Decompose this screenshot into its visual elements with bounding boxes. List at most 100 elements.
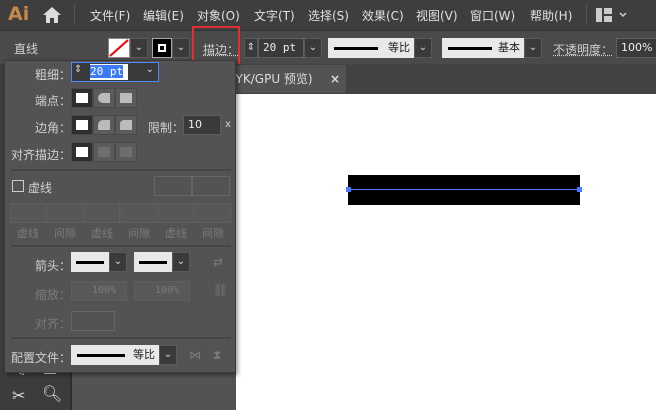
close-tab-icon[interactable]: × [330,65,340,93]
start-arrowhead-select[interactable] [71,252,109,272]
opacity-input[interactable]: 100% [616,38,656,58]
gap-input-2[interactable] [121,203,157,223]
limit-suffix: x [225,119,231,130]
anchor-point-end[interactable] [577,187,582,192]
document-tab-title: IYK/GPU 预览) [232,72,313,86]
flip-horizontal-icon[interactable]: ⋈ [189,348,201,362]
profile-label: 配置文件： [11,351,72,365]
brush-definition[interactable]: 基本 [442,38,524,58]
align-stroke-buttons [71,142,137,162]
arrowhead-label: 箭头： [35,259,72,273]
arrow-align-buttons[interactable] [71,311,115,331]
object-type-label: 直线 [14,42,39,56]
gap-label: 间隙 [54,227,76,240]
profile-label: 等比 [388,41,410,54]
divider [11,245,231,247]
dashed-line-checkbox[interactable] [12,180,24,192]
end-arrowhead-dropdown[interactable]: ⌄ [172,252,190,272]
align-outside-button[interactable] [115,142,137,162]
profile-dropdown[interactable]: ⌄ [414,38,432,58]
gap-input-3[interactable] [195,203,231,223]
dash-fields [10,203,231,223]
end-arrowhead-select[interactable] [134,252,172,272]
zoom-tool-icon[interactable]: 🔍︎ [42,384,62,403]
preserve-dash-button[interactable] [154,176,192,196]
gap-label: 间隙 [202,227,224,240]
fill-swatch[interactable] [108,38,130,58]
start-arrowhead-dropdown[interactable]: ⌄ [109,252,127,272]
butt-cap-button[interactable] [71,88,93,108]
menu-type[interactable]: 文字(T) [254,7,295,24]
limit-label: 限制： [148,121,185,135]
align-center-button[interactable] [71,142,93,162]
round-cap-button[interactable] [93,88,115,108]
stroke-swatch[interactable] [152,38,172,58]
stroke-color-dropdown[interactable]: ⌄ [172,38,190,58]
menu-object[interactable]: 对象(O) [197,7,240,24]
corner-buttons [71,115,137,135]
brush-dropdown[interactable]: ⌄ [524,38,542,58]
link-scale-icon[interactable]: ⛓ [213,283,228,297]
round-join-button[interactable] [93,115,115,135]
anchor-point-start[interactable] [346,187,351,192]
dash-label: 虚线 [17,227,39,240]
gap-label: 间隙 [128,227,150,240]
menu-file[interactable]: 文件(F) [90,7,130,24]
stroke-panel: 粗细： ⇕ 20 pt ⌄ 端点： 边角： 限制： 10 x 对齐描边： 虚线 … [4,60,236,373]
end-scale-input[interactable]: 100% [134,281,190,301]
menu-effect[interactable]: 效果(C) [362,7,404,24]
cap-buttons [71,88,137,108]
gap-input-1[interactable] [47,203,83,223]
miter-join-button[interactable] [71,115,93,135]
stroke-weight-dropdown[interactable]: ⌄ [304,38,322,58]
stroked-line-shape[interactable] [348,175,580,205]
cap-label: 端点： [35,94,72,108]
dash-input-3[interactable] [158,203,194,223]
home-icon[interactable] [42,6,62,24]
dashed-line-label: 虚线 [28,181,53,195]
align-stroke-label: 对齐描边： [11,148,72,162]
menu-bar: Ai 文件(F) 编辑(E) 对象(O) 文字(T) 选择(S) 效果(C) 视… [0,0,656,30]
swap-arrowheads-icon[interactable]: ⇄ [213,255,223,269]
bevel-join-button[interactable] [115,115,137,135]
control-bar: 直线 ⌄ ⌄ 描边： ⇕ 20 pt ⌄ 等比 ⌄ 基本 ⌄ 不透明度： 100… [0,26,656,66]
menu-help[interactable]: 帮助(H) [530,7,572,24]
weight-dropdown[interactable]: ⌄ [146,64,154,75]
profile-select[interactable]: 等比 [71,345,159,365]
align-dash-button[interactable] [192,176,230,196]
menu-edit[interactable]: 编辑(E) [143,7,184,24]
selection-path [348,189,580,190]
app-logo: Ai [8,3,30,25]
menu-view[interactable]: 视图(V) [416,7,458,24]
fill-dropdown[interactable]: ⌄ [130,38,148,58]
align-inside-button[interactable] [93,142,115,162]
scissors-tool-icon[interactable]: ✂ [12,386,25,405]
profile-value: 等比 [133,348,155,361]
start-scale-input[interactable]: 100% [71,281,127,301]
menu-select[interactable]: 选择(S) [308,7,349,24]
dash-input-2[interactable] [84,203,120,223]
variable-width-profile[interactable]: 等比 [328,38,414,58]
divider [11,169,231,171]
stroke-weight-stepper[interactable]: ⇕ [244,38,258,58]
artboard-canvas[interactable] [236,94,656,410]
workspace-switcher-icon[interactable] [596,8,630,22]
flip-vertical-icon[interactable]: ⧗ [213,348,221,363]
scale-label: 缩放： [35,288,72,302]
dash-labels: 虚线 间隙 虚线 间隙 虚线 间隙 [10,225,231,241]
projecting-cap-button[interactable] [115,88,137,108]
arrow-align-label: 对齐： [35,317,72,331]
corner-label: 边角： [35,121,72,135]
weight-field[interactable]: ⇕ 20 pt ⌄ [71,62,159,82]
stroke-weight-input[interactable]: 20 pt [258,38,304,58]
opacity-label[interactable]: 不透明度： [553,41,613,58]
dash-input-1[interactable] [10,203,46,223]
weight-label: 粗细： [35,68,72,82]
profile-dropdown[interactable]: ⌄ [159,345,177,365]
limit-input[interactable]: 10 [183,115,221,135]
document-tab[interactable]: IYK/GPU 预览) × [230,65,346,93]
dash-label: 虚线 [91,227,113,240]
divider [11,337,231,339]
menu-window[interactable]: 窗口(W) [470,7,515,24]
weight-input[interactable]: 20 pt [90,65,124,78]
